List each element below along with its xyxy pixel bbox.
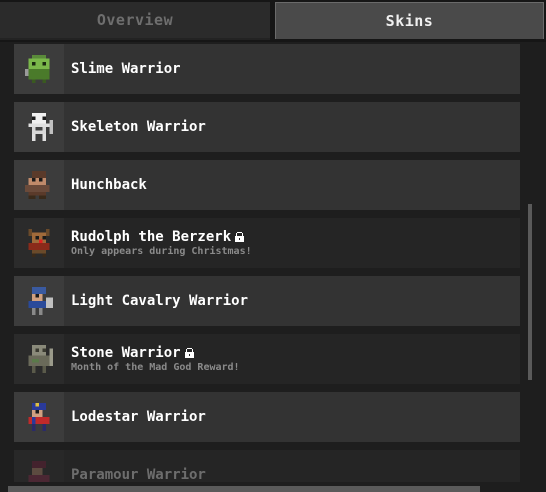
skeleton-warrior-icon	[28, 113, 53, 141]
tab-bar: Overview Skins	[0, 0, 546, 42]
skin-icon-box	[14, 392, 64, 442]
skin-icon-box	[14, 218, 64, 268]
skin-row-stone-warrior[interactable]: Stone Warrior Month of the Mad God Rewar…	[14, 334, 520, 384]
skin-icon-box	[14, 102, 64, 152]
skin-row-skeleton-warrior[interactable]: Skeleton Warrior	[14, 102, 520, 152]
skin-name: Paramour Warrior	[71, 467, 206, 482]
skin-name: Rudolph the Berzerk	[71, 229, 252, 245]
skin-name: Slime Warrior	[71, 61, 181, 77]
skin-icon-box	[14, 450, 64, 482]
skin-icon-box	[14, 334, 64, 384]
skins-panel: Overview Skins Slime Warrior Skeleton Wa…	[0, 0, 546, 492]
tab-overview[interactable]: Overview	[0, 2, 270, 40]
lodestar-warrior-icon	[28, 403, 50, 431]
skin-row-paramour-warrior[interactable]: Paramour Warrior	[14, 450, 520, 482]
skin-row-light-cavalry-warrior[interactable]: Light Cavalry Warrior	[14, 276, 520, 326]
skin-name: Skeleton Warrior	[71, 119, 206, 135]
skin-name-text: Rudolph the Berzerk	[71, 228, 232, 245]
paramour-warrior-icon	[28, 461, 50, 482]
skin-row-slime-warrior[interactable]: Slime Warrior	[14, 44, 520, 94]
stone-warrior-icon	[28, 345, 53, 373]
rudolph-icon	[28, 229, 50, 257]
skin-name: Lodestar Warrior	[71, 409, 206, 425]
skin-name-text: Stone Warrior	[71, 344, 181, 361]
slime-warrior-icon	[25, 55, 50, 83]
skin-name: Light Cavalry Warrior	[71, 293, 249, 309]
horizontal-scrollbar[interactable]	[8, 486, 480, 492]
hunchback-icon	[25, 171, 50, 199]
skin-name: Hunchback	[71, 177, 147, 193]
tab-skins[interactable]: Skins	[275, 2, 544, 39]
skin-row-lodestar-warrior[interactable]: Lodestar Warrior	[14, 392, 520, 442]
skin-icon-box	[14, 160, 64, 210]
skin-icon-box	[14, 276, 64, 326]
skin-subtitle: Only appears during Christmas!	[71, 245, 252, 257]
lock-icon	[235, 231, 245, 242]
skin-row-hunchback[interactable]: Hunchback	[14, 160, 520, 210]
skin-subtitle: Month of the Mad God Reward!	[71, 361, 240, 373]
skin-list: Slime Warrior Skeleton Warrior Hunchback…	[8, 44, 524, 482]
light-cavalry-icon	[28, 287, 53, 315]
vertical-scrollbar[interactable]	[528, 204, 532, 380]
skin-name: Stone Warrior	[71, 345, 240, 361]
lock-icon	[184, 347, 194, 358]
skin-icon-box	[14, 44, 64, 94]
skin-row-rudolph-the-berzerk[interactable]: Rudolph the Berzerk Only appears during …	[14, 218, 520, 268]
